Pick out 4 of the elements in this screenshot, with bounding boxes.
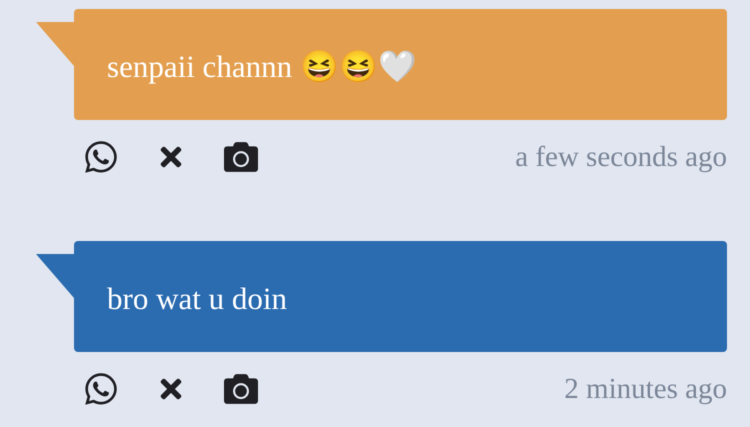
timestamp: 2 minutes ago xyxy=(564,372,727,406)
message-text: bro wat u doin xyxy=(107,280,287,316)
message-text: senpaii channn 😆😆🤍 xyxy=(107,48,417,85)
timestamp: a few seconds ago xyxy=(515,140,727,174)
